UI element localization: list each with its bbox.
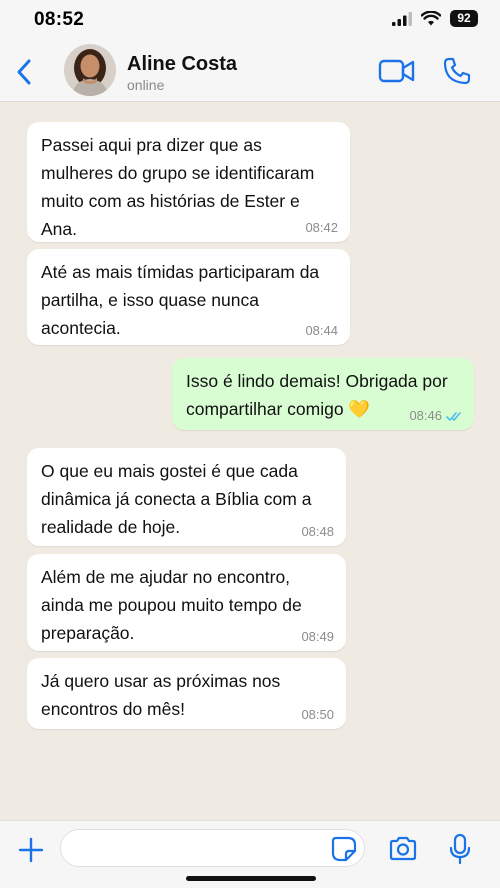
back-button[interactable] (10, 56, 38, 88)
status-icons: 92 (392, 10, 478, 27)
status-time: 08:52 (34, 9, 85, 30)
message-bubble-incoming[interactable]: Passei aqui pra dizer que as mulheres do… (27, 122, 350, 242)
message-text: Já quero usar as próximas nos encontros … (41, 671, 281, 719)
video-camera-icon (378, 59, 415, 83)
message-bubble-outgoing[interactable]: Isso é lindo demais! Obrigada por compar… (172, 358, 474, 430)
signal-icon (392, 11, 412, 26)
read-receipt-icon (446, 412, 461, 421)
message-bubble-incoming[interactable]: Além de me ajudar no encontro, ainda me … (27, 554, 346, 651)
plus-icon (18, 837, 44, 863)
chevron-left-icon (17, 59, 31, 85)
battery-indicator: 92 (450, 10, 478, 27)
contact-status: online (127, 77, 165, 93)
message-time: 08:49 (301, 629, 334, 644)
phone-icon (443, 57, 471, 85)
message-bubble-incoming[interactable]: Já quero usar as próximas nos encontros … (27, 658, 346, 729)
attach-button[interactable] (18, 837, 44, 863)
sticker-icon (331, 836, 357, 862)
microphone-icon (449, 833, 471, 865)
message-time: 08:44 (305, 323, 338, 338)
status-bar: 08:52 92 (0, 0, 500, 40)
message-input[interactable] (60, 829, 365, 867)
message-bubble-incoming[interactable]: Até as mais tímidas participaram da part… (27, 249, 350, 345)
contact-name[interactable]: Aline Costa (127, 53, 237, 76)
voice-call-button[interactable] (442, 56, 472, 86)
message-text: Até as mais tímidas participaram da part… (41, 262, 320, 338)
camera-icon (389, 836, 417, 861)
message-time: 08:46 (409, 408, 442, 423)
home-indicator (186, 876, 316, 881)
message-time: 08:50 (301, 707, 334, 722)
message-bubble-incoming[interactable]: O que eu mais gostei é que cada dinâmica… (27, 448, 346, 546)
microphone-button[interactable] (449, 833, 471, 865)
message-text: Passei aqui pra dizer que as mulheres do… (41, 135, 315, 239)
chat-area[interactable]: Passei aqui pra dizer que as mulheres do… (0, 103, 500, 820)
avatar[interactable] (64, 44, 116, 96)
camera-button[interactable] (388, 835, 418, 863)
chat-header: Aline Costa online (0, 40, 500, 102)
sticker-button[interactable] (331, 836, 357, 862)
wifi-icon (421, 11, 441, 26)
message-time: 08:48 (301, 524, 334, 539)
video-call-button[interactable] (378, 58, 416, 84)
message-text: O que eu mais gostei é que cada dinâmica… (41, 461, 312, 537)
message-text: Além de me ajudar no encontro, ainda me … (41, 567, 302, 643)
message-time: 08:42 (305, 220, 338, 235)
